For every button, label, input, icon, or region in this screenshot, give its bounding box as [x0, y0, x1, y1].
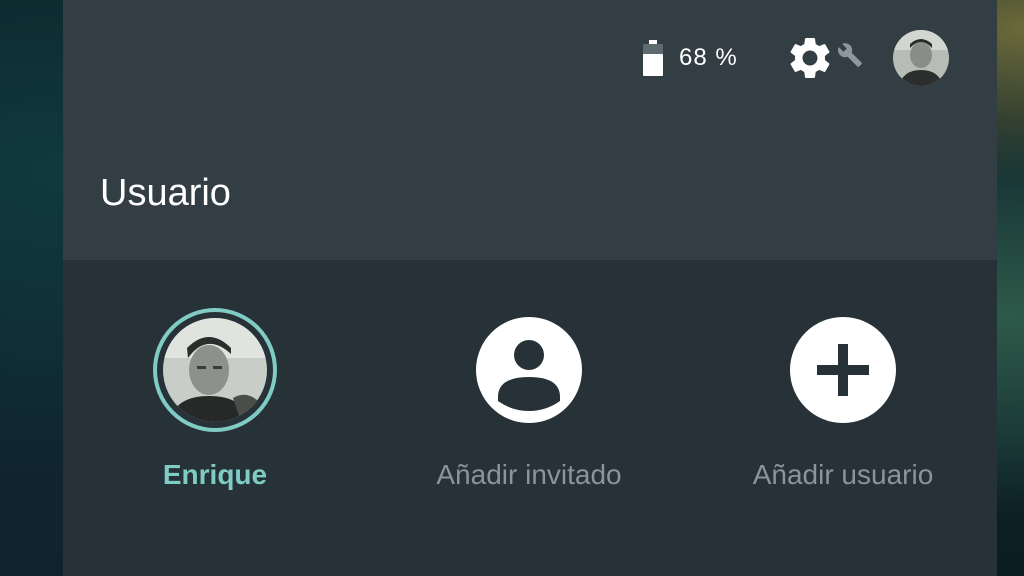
add-guest-label: Añadir invitado: [436, 459, 622, 490]
add-guest-tile[interactable]: Añadir invitado: [379, 305, 679, 493]
user-label-enrique: Enrique: [162, 459, 268, 490]
icon-slot: [778, 305, 908, 435]
icon-slot: [464, 305, 594, 435]
wrench-icon: [838, 43, 862, 67]
user-tile-enrique[interactable]: Enrique: [65, 305, 365, 493]
battery-icon: [643, 40, 663, 76]
battery-status[interactable]: 68 %: [643, 30, 738, 86]
person-icon: [498, 340, 560, 411]
quick-settings-panel: 68 % Usuario Enrique Añadir invitado Aña…: [63, 0, 997, 576]
settings-button[interactable]: [785, 30, 863, 86]
add-user-button[interactable]: [790, 317, 896, 423]
add-user-tile[interactable]: Añadir usuario: [693, 305, 993, 493]
plus-icon: [817, 344, 869, 396]
avatar-slot: [150, 305, 280, 435]
gear-icon: [790, 37, 830, 78]
selected-user-ring: [153, 308, 277, 432]
panel-title: Usuario: [100, 172, 231, 214]
add-guest-button[interactable]: [476, 317, 582, 423]
user-avatar-photo: [163, 318, 267, 422]
avatar: [163, 318, 267, 422]
header-user-avatar[interactable]: [893, 30, 949, 86]
add-user-label: Añadir usuario: [752, 459, 934, 490]
battery-percentage: 68 %: [679, 44, 738, 71]
user-avatar-photo: [893, 30, 949, 86]
panel-header: 68 % Usuario: [63, 0, 997, 260]
